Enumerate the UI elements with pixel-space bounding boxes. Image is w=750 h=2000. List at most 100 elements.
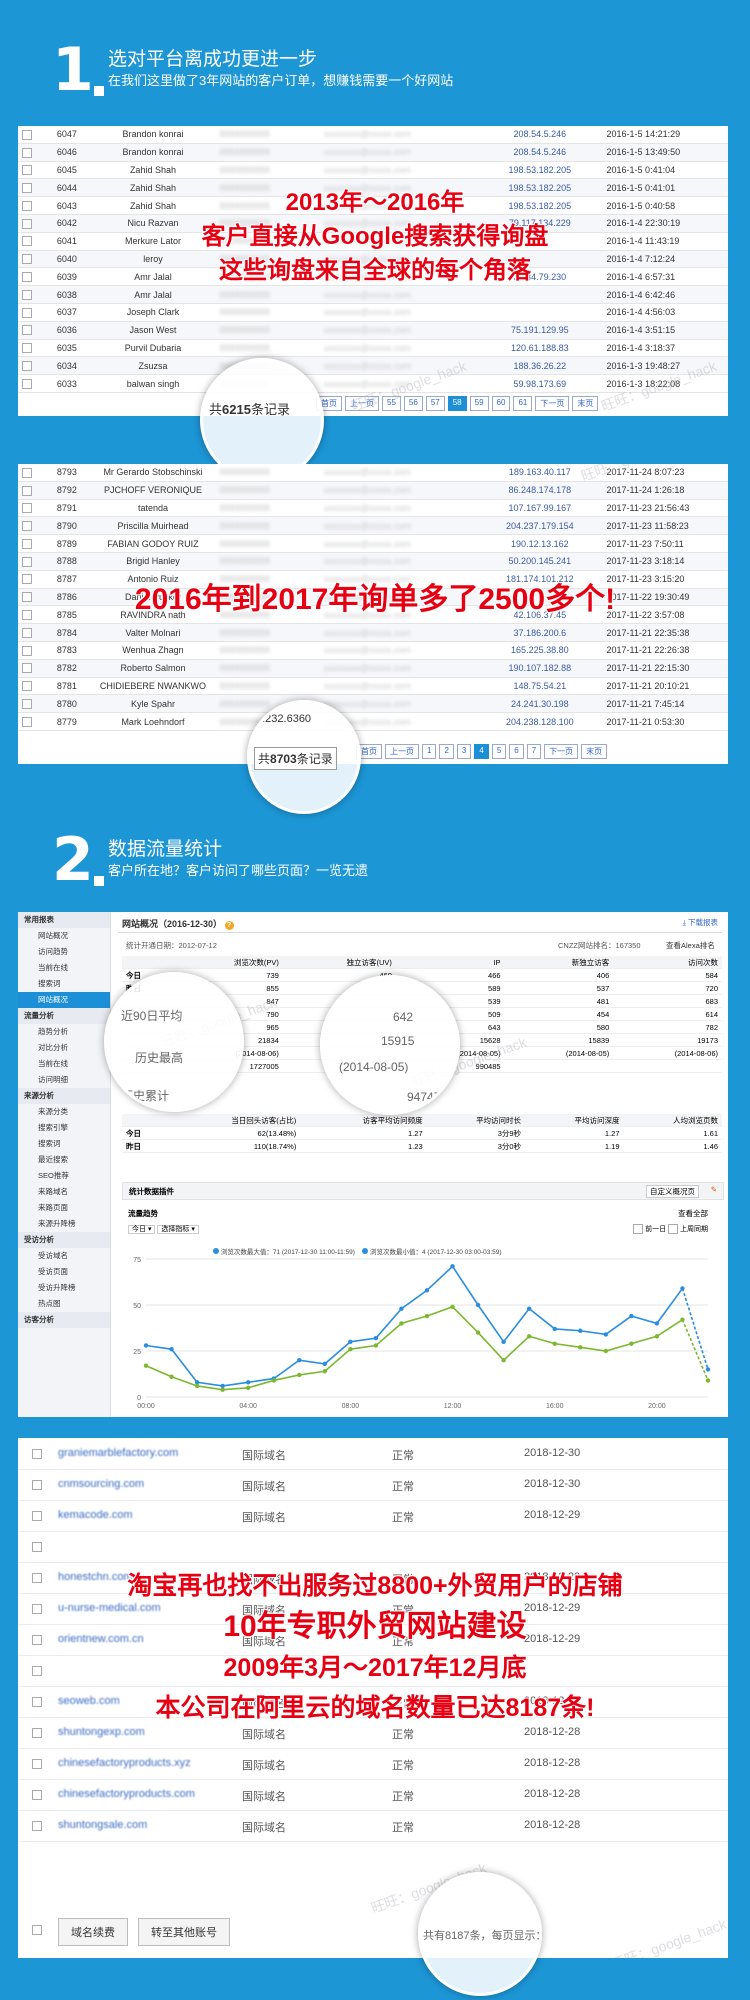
page-link[interactable]: 61 [513,396,533,411]
row-checkbox[interactable] [22,699,32,710]
page-link[interactable]: 7 [526,744,542,759]
ip-cell: 208.54.5.246 [477,143,603,162]
page-link[interactable]: 末页 [581,744,608,759]
row-checkbox[interactable] [22,289,32,300]
page-link[interactable]: 56 [403,396,423,411]
page-link[interactable]: 下一页 [544,744,579,759]
sidebar-item[interactable]: 受访域名 [18,1248,110,1264]
row-checkbox[interactable] [22,538,32,549]
sidebar-item[interactable]: 网站概况 [18,928,110,944]
sidebar-item[interactable]: 来路域名 [18,1184,110,1200]
row-checkbox[interactable] [22,485,32,496]
cell: Amr Jalal [90,285,216,304]
period-select[interactable]: 今日 ▾ [128,1225,156,1234]
sidebar-item[interactable]: 热点图 [18,1296,110,1312]
stats-cell: 1.61 [623,1126,722,1140]
page-link[interactable]: 2 [439,744,454,759]
sidebar-item[interactable]: 最近搜索 [18,1152,110,1168]
row-checkbox[interactable] [22,503,32,514]
sidebar-item[interactable]: 趋势分析 [18,1024,110,1040]
sidebar-item[interactable]: 受访升降榜 [18,1280,110,1296]
page-link[interactable]: 4 [474,744,489,759]
download-report-link[interactable]: ⤓ 下载报表 [683,917,718,928]
row-checkbox[interactable] [32,1449,42,1459]
sidebar-item[interactable]: 访问趋势 [18,944,110,960]
page-link[interactable]: 60 [491,396,511,411]
sidebar-item[interactable]: 对比分析 [18,1040,110,1056]
domain-name[interactable]: graniemarblefactory.com [58,1447,178,1459]
sidebar-item[interactable]: 当前在线 [18,1056,110,1072]
phone-cell: 8888888888 [219,164,270,175]
sidebar-item[interactable]: 当前在线 [18,960,110,976]
sidebar-item[interactable]: 流量分析 [18,1008,110,1024]
row-checkbox[interactable] [22,556,32,567]
sidebar-item[interactable]: 来源升降榜 [18,1216,110,1232]
custom-overview-button[interactable]: 自定义概况页 [646,1185,699,1198]
page-link[interactable]: 末页 [572,396,599,411]
sidebar-item[interactable]: 网站概况 [18,992,110,1008]
row-checkbox[interactable] [22,307,32,318]
cell: xxxxxxxx@xxxxx.com [319,464,478,482]
domain-row: graniemarblefactory.com 国际域名 正常 2018-12-30 [18,1438,728,1470]
sidebar-item[interactable]: 受访分析 [18,1232,110,1248]
page-link[interactable]: 58 [447,396,467,411]
page-link[interactable]: 59 [469,396,489,411]
sidebar-item[interactable]: 搜索词 [18,976,110,992]
ip-cell: 204.238.128.100 [477,712,603,731]
domain-name[interactable]: chinesefactoryproducts.com [58,1788,195,1800]
row-checkbox[interactable] [22,343,32,354]
sidebar-item[interactable]: 来源分析 [18,1088,110,1104]
row-checkbox[interactable] [22,716,32,727]
sidebar-item[interactable]: 搜索词 [18,1136,110,1152]
row-checkbox[interactable] [22,129,32,140]
date-cell: 2016-1-5 0:41:04 [602,161,728,180]
row-checkbox[interactable] [22,467,32,478]
row-checkbox[interactable] [22,378,32,389]
metric-select[interactable]: 选择指标 ▾ [157,1225,199,1234]
sidebar-item[interactable]: 受访页面 [18,1264,110,1280]
row-checkbox[interactable] [22,627,32,638]
row-checkbox[interactable] [32,1821,42,1831]
page-link[interactable]: 5 [491,744,507,759]
select-all-checkbox[interactable] [32,1925,42,1935]
row-checkbox[interactable] [32,1511,42,1521]
row-checkbox[interactable] [22,325,32,336]
page-link[interactable]: 1 [422,744,437,759]
row-checkbox[interactable] [22,361,32,372]
renew-domain-button[interactable]: 域名续费 [58,1918,128,1946]
row-checkbox[interactable] [32,1790,42,1800]
page-link[interactable]: 上一页 [385,744,419,759]
domain-name[interactable]: chinesefactoryproducts.xyz [58,1757,191,1769]
domain-name[interactable]: shuntongsale.com [58,1819,147,1831]
page-link[interactable]: 下一页 [535,396,570,411]
sidebar-item[interactable]: 常用报表 [18,912,110,928]
page-link[interactable]: 3 [456,744,472,759]
alexa-link[interactable]: 查看Alexa排名 [666,940,715,951]
sidebar-item[interactable]: 来路页面 [18,1200,110,1216]
sidebar-item[interactable]: SEO推荐 [18,1168,110,1184]
sidebar-item[interactable]: 来源分类 [18,1104,110,1120]
domain-name[interactable]: cnmsourcing.com [58,1478,144,1490]
transfer-account-button[interactable]: 转至其他账号 [138,1918,230,1946]
sidebar-item[interactable]: 搜索引擎 [18,1120,110,1136]
row-checkbox[interactable] [32,1542,42,1552]
last-week-checkbox[interactable] [668,1224,679,1235]
row-checkbox[interactable] [22,645,32,656]
row-checkbox[interactable] [32,1728,42,1738]
domain-name[interactable]: kemacode.com [58,1509,133,1521]
sidebar-item[interactable]: 访问明细 [18,1072,110,1088]
row-checkbox[interactable] [32,1480,42,1490]
sidebar-item[interactable]: 访客分析 [18,1312,110,1328]
row-checkbox[interactable] [22,681,32,692]
prev-day-checkbox[interactable] [633,1224,644,1235]
row-checkbox[interactable] [22,147,32,158]
page-link[interactable]: 6 [509,744,524,759]
show-all-link[interactable]: 查看全部 [678,1208,708,1219]
pin-icon[interactable]: ✎ [711,1185,717,1194]
row-checkbox[interactable] [22,521,32,532]
row-checkbox[interactable] [22,663,32,674]
cell: Brandon konrai [90,143,216,162]
page-link[interactable]: 57 [425,396,445,411]
row-checkbox[interactable] [32,1759,42,1769]
row-checkbox[interactable] [22,165,32,176]
